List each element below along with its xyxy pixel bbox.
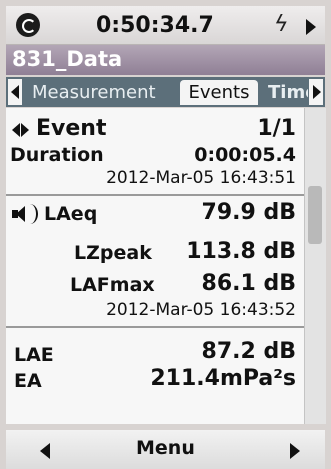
scrollbar[interactable] bbox=[304, 108, 326, 424]
lafmax-label: LAFmax bbox=[70, 274, 155, 296]
device-screen: 0:50:34.7 ϟ 831_Data Measurement Events … bbox=[0, 0, 331, 469]
softkey-right-arrow-icon[interactable] bbox=[290, 443, 300, 459]
ea-label: EA bbox=[14, 370, 42, 392]
elapsed-time: 0:50:34.7 bbox=[96, 13, 214, 38]
laeq-value: 79.9 dB bbox=[201, 200, 296, 225]
menu-button[interactable]: Menu bbox=[136, 437, 195, 459]
divider bbox=[6, 326, 304, 328]
scrollbar-thumb[interactable] bbox=[308, 186, 322, 244]
ea-value: 211.4mPa²s bbox=[150, 366, 296, 391]
event-label: Event bbox=[36, 116, 107, 141]
tab-measurement[interactable]: Measurement bbox=[28, 80, 180, 105]
lae-value: 87.2 dB bbox=[201, 339, 296, 364]
tab-bar: Measurement Events Time bbox=[6, 77, 325, 107]
softkey-left-arrow-icon[interactable] bbox=[40, 443, 50, 459]
status-bar: 0:50:34.7 ϟ bbox=[6, 6, 325, 45]
flash-icon: ϟ bbox=[274, 12, 289, 37]
event-nav-icon[interactable] bbox=[12, 122, 30, 138]
tab-time[interactable]: Time bbox=[264, 80, 308, 105]
duration-value: 0:00:05.4 bbox=[194, 144, 296, 166]
divider bbox=[6, 194, 304, 196]
softkey-bar: Menu bbox=[6, 430, 325, 469]
sound-waves-icon bbox=[22, 204, 38, 224]
title-bar: 831_Data bbox=[6, 45, 325, 75]
lzpeak-label: LZpeak bbox=[74, 242, 152, 264]
events-panel: Event 1/1 Duration 0:00:05.4 2012-Mar-05… bbox=[6, 108, 304, 424]
duration-label: Duration bbox=[10, 144, 104, 166]
clock-icon bbox=[16, 13, 40, 37]
event-start-timestamp: 2012-Mar-05 16:43:51 bbox=[106, 168, 296, 188]
file-title: 831_Data bbox=[12, 47, 123, 71]
lzpeak-value: 113.8 dB bbox=[186, 239, 296, 264]
lae-label: LAE bbox=[14, 344, 54, 366]
event-counter: 1/1 bbox=[257, 116, 296, 141]
laeq-label: LAeq bbox=[44, 203, 98, 225]
tab-next-arrow-icon[interactable] bbox=[309, 79, 323, 105]
status-next-arrow-icon[interactable] bbox=[306, 19, 316, 35]
lafmax-value: 86.1 dB bbox=[201, 271, 296, 296]
tab-prev-arrow-icon[interactable] bbox=[8, 79, 22, 105]
tab-events[interactable]: Events bbox=[180, 80, 258, 105]
lafmax-timestamp: 2012-Mar-05 16:43:52 bbox=[106, 300, 296, 320]
